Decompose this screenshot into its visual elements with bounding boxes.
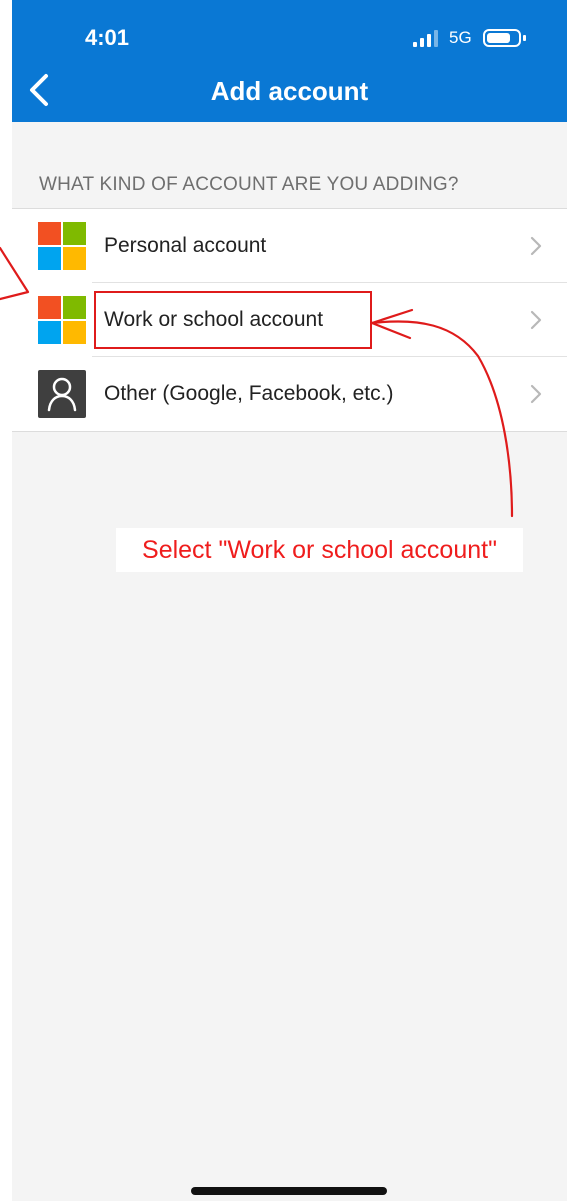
other-account-option[interactable]: Other (Google, Facebook, etc.) [12,357,567,431]
annotation-highlight-box [94,291,372,349]
status-time: 4:01 [85,25,130,50]
annotation-instruction: Select "Work or school account" [116,528,523,572]
person-icon [38,370,86,418]
person-glyph-icon [47,377,77,412]
signal-strength-icon [413,30,438,47]
app-header: 4:01 5G Add account [12,0,567,122]
phone-screen: 4:01 5G Add account WHAT KIND OF ACCOUNT… [12,0,567,1201]
microsoft-logo-icon [38,222,86,270]
battery-icon [483,29,526,47]
other-account-label: Other (Google, Facebook, etc.) [104,382,394,405]
home-indicator [191,1187,387,1195]
section-header: WHAT KIND OF ACCOUNT ARE YOU ADDING? [39,174,459,195]
personal-account-label: Personal account [104,234,267,257]
status-indicators: 5G [412,28,542,48]
personal-account-option[interactable]: Personal account [12,209,567,283]
chevron-right-icon [530,310,542,330]
chevron-right-icon [530,236,542,256]
network-type: 5G [449,28,472,47]
page-title: Add account [210,76,369,106]
microsoft-logo-icon [38,296,86,344]
chevron-right-icon [530,384,542,404]
